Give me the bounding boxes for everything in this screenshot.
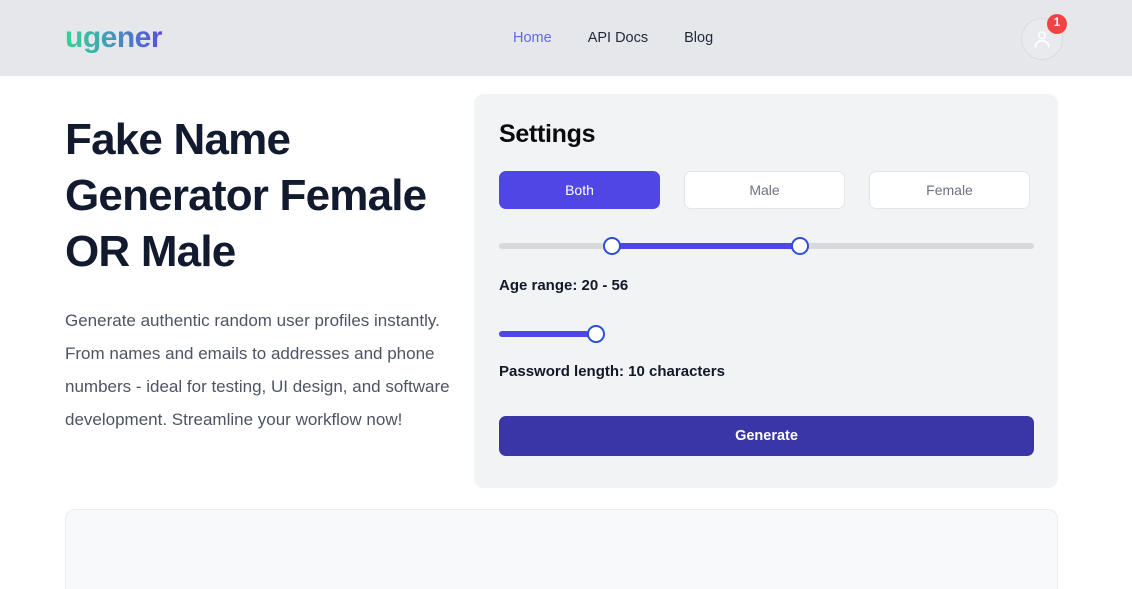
top-header: ugener Home API Docs Blog 1 (0, 0, 1132, 76)
main-navigation: Home API Docs Blog (513, 30, 713, 46)
nav-link-home[interactable]: Home (513, 30, 552, 46)
password-slider-thumb[interactable] (587, 325, 605, 343)
generate-button[interactable]: Generate (499, 416, 1034, 456)
age-slider-thumb-max[interactable] (791, 237, 809, 255)
hero-section: Fake Name Generator Female OR Male Gener… (65, 112, 475, 436)
age-slider-fill (612, 243, 800, 249)
password-length-slider[interactable] (499, 325, 1034, 343)
hero-description: Generate authentic random user profiles … (65, 311, 450, 429)
nav-link-blog[interactable]: Blog (684, 30, 713, 46)
gender-option-male[interactable]: Male (684, 171, 845, 209)
gender-option-both[interactable]: Both (499, 171, 660, 209)
settings-title: Settings (499, 120, 596, 148)
notification-badge[interactable]: 1 (1047, 14, 1067, 34)
age-slider-thumb-min[interactable] (603, 237, 621, 255)
page-title: Fake Name Generator Female OR Male (65, 115, 427, 276)
results-card (65, 509, 1058, 589)
age-range-slider[interactable] (499, 237, 1034, 255)
password-length-label: Password length: 10 characters (499, 363, 725, 380)
age-range-label: Age range: 20 - 56 (499, 277, 629, 294)
gender-option-female[interactable]: Female (869, 171, 1030, 209)
nav-link-api-docs[interactable]: API Docs (588, 30, 648, 46)
avatar-container[interactable]: 1 (1021, 14, 1067, 60)
password-slider-fill[interactable] (499, 331, 596, 337)
gender-toggle-group: Both Male Female (499, 171, 1035, 209)
brand-logo[interactable]: ugener (65, 23, 163, 53)
